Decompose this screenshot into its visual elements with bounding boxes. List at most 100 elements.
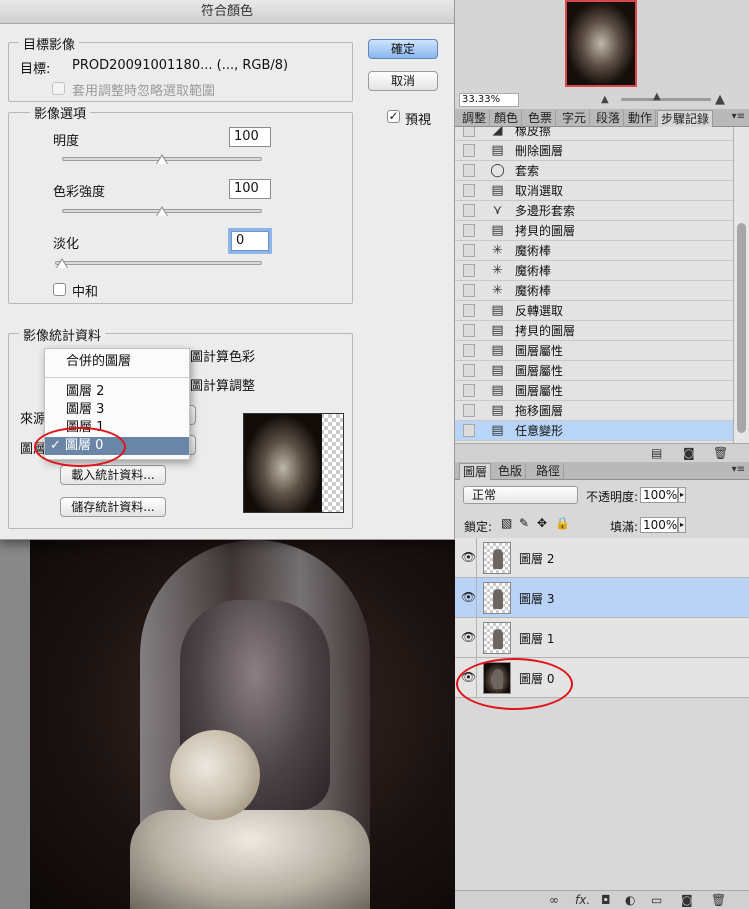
zoom-slider-thumb[interactable]: ▲ <box>653 91 661 102</box>
new-layer-icon[interactable]: ◙ <box>681 893 693 907</box>
history-item[interactable]: ▤ 刪除圖層 <box>455 141 733 161</box>
history-source-box[interactable] <box>463 364 475 377</box>
ignore-selection-checkbox[interactable] <box>52 82 65 95</box>
tab-history[interactable]: 步驟記錄 <box>657 110 714 127</box>
lock-move-icon[interactable]: ✥ <box>537 516 547 530</box>
history-source-box[interactable] <box>463 244 475 257</box>
trash-icon[interactable]: 🗑 <box>713 446 728 460</box>
panel-menu-icon[interactable]: ▾≡ <box>732 111 745 122</box>
history-item[interactable]: ▤ 圖層屬性 <box>455 381 733 401</box>
save-statistics-button[interactable]: 儲存統計資料... <box>60 497 166 517</box>
history-source-box[interactable] <box>463 184 475 197</box>
history-item[interactable]: ✳ 魔術棒 <box>455 281 733 301</box>
layers-panel-menu-icon[interactable]: ▾≡ <box>732 464 745 475</box>
tab-channels[interactable]: 色版 <box>495 463 527 480</box>
visibility-toggle[interactable]: 👁 <box>455 578 477 618</box>
tab-paragraph[interactable]: 段落 <box>593 110 625 127</box>
fill-input[interactable]: 100% <box>640 517 678 533</box>
tab-actions[interactable]: 動作 <box>625 110 657 127</box>
history-item[interactable]: ✳ 魔術棒 <box>455 261 733 281</box>
history-source-box[interactable] <box>463 344 475 357</box>
history-source-box[interactable] <box>463 127 475 137</box>
fade-slider-thumb[interactable] <box>56 258 68 268</box>
history-source-box[interactable] <box>463 424 475 437</box>
target-image-legend: 目標影像 <box>19 34 80 53</box>
opacity-input[interactable]: 100% <box>640 487 678 503</box>
history-item[interactable]: ▤ 拷貝的圖層 <box>455 321 733 341</box>
history-scrollbar[interactable] <box>733 127 749 443</box>
dropdown-item-merged[interactable]: 合併的圖層 <box>45 353 189 371</box>
lock-all-icon[interactable]: 🔒 <box>555 516 570 530</box>
preview-checkbox[interactable]: ✓ <box>387 110 400 123</box>
tab-color[interactable]: 顏色 <box>491 110 523 127</box>
history-item[interactable]: ◢ 橡皮擦 <box>455 127 733 141</box>
history-source-box[interactable] <box>463 264 475 277</box>
history-source-box[interactable] <box>463 164 475 177</box>
zoom-slider[interactable] <box>621 98 711 101</box>
history-source-box[interactable] <box>463 204 475 217</box>
fill-stepper-icon[interactable]: ▸ <box>678 517 686 533</box>
history-item[interactable]: ◯ 套索 <box>455 161 733 181</box>
history-source-box[interactable] <box>463 304 475 317</box>
image-statistics-legend: 影像統計資料 <box>19 325 106 344</box>
visibility-toggle[interactable]: 👁 <box>455 538 477 578</box>
new-group-icon[interactable]: ▭ <box>651 893 662 907</box>
layer-row[interactable]: 👁 圖層 2 <box>455 538 749 578</box>
lock-paint-icon[interactable]: ✎ <box>519 516 529 530</box>
tab-character[interactable]: 字元 <box>559 110 591 127</box>
canvas-image[interactable] <box>30 540 455 909</box>
delete-layer-icon[interactable]: 🗑 <box>711 893 726 907</box>
zoom-out-icon[interactable]: ▲ <box>601 94 609 105</box>
history-source-box[interactable] <box>463 404 475 417</box>
canvas-area[interactable] <box>0 540 455 909</box>
blend-mode-select[interactable]: 正常 <box>463 486 578 504</box>
cancel-button[interactable]: 取消 <box>368 71 438 91</box>
tab-adjustments[interactable]: 調整 <box>459 110 491 127</box>
history-item[interactable]: ▤ 圖層屬性 <box>455 341 733 361</box>
history-source-box[interactable] <box>463 144 475 157</box>
ok-button[interactable]: 確定 <box>368 39 438 59</box>
history-item[interactable]: ▤ 拖移圖層 <box>455 401 733 421</box>
history-source-box[interactable] <box>463 284 475 297</box>
visibility-toggle[interactable]: 👁 <box>455 618 477 658</box>
history-item[interactable]: ▤ 反轉選取 <box>455 301 733 321</box>
history-item[interactable]: ▤ 圖層屬性 <box>455 361 733 381</box>
layer-mask-icon[interactable]: ◘ <box>601 893 611 907</box>
snapshot-icon[interactable]: ◙ <box>683 446 695 460</box>
tab-swatches[interactable]: 色票 <box>525 110 557 127</box>
dropdown-item-layer-3[interactable]: 圖層 3 <box>45 401 189 419</box>
history-item[interactable]: ▤ 取消選取 <box>455 181 733 201</box>
history-item[interactable]: ✳ 魔術棒 <box>455 241 733 261</box>
history-item[interactable]: ▤ 任意變形 <box>455 421 733 441</box>
link-layers-icon[interactable]: ∞ <box>549 893 559 907</box>
zoom-input[interactable]: 33.33% <box>459 93 519 107</box>
history-source-box[interactable] <box>463 384 475 397</box>
luminance-input[interactable]: 100 <box>229 127 271 147</box>
fade-slider-track[interactable] <box>55 261 262 265</box>
color-intensity-slider-thumb[interactable] <box>156 206 168 216</box>
history-source-box[interactable] <box>463 324 475 337</box>
new-doc-from-state-icon[interactable]: ▤ <box>651 446 662 460</box>
load-statistics-button[interactable]: 載入統計資料... <box>60 465 166 485</box>
history-item[interactable]: ▤ 拷貝的圖層 <box>455 221 733 241</box>
fade-input[interactable]: 0 <box>231 231 269 251</box>
layer-row[interactable]: 👁 圖層 3 <box>455 578 749 618</box>
opacity-stepper-icon[interactable]: ▸ <box>678 487 686 503</box>
history-source-box[interactable] <box>463 224 475 237</box>
lock-transparent-icon[interactable]: ▧ <box>501 516 512 530</box>
layer-row[interactable]: 👁 圖層 1 <box>455 618 749 658</box>
layer-style-icon[interactable]: fx. <box>575 893 590 907</box>
neutralize-checkbox[interactable] <box>53 283 66 296</box>
history-item[interactable]: ⋎ 多邊形套索 <box>455 201 733 221</box>
color-intensity-input[interactable]: 100 <box>229 179 271 199</box>
tab-paths[interactable]: 路徑 <box>533 463 565 480</box>
layer-name: 圖層 3 <box>519 592 555 606</box>
history-item-label: 拷貝的圖層 <box>515 224 576 238</box>
tab-layers[interactable]: 圖層 <box>459 463 492 480</box>
luminance-slider-thumb[interactable] <box>156 154 168 164</box>
adjustment-layer-icon[interactable]: ◐ <box>625 893 635 907</box>
history-scrollbar-thumb[interactable] <box>737 223 746 433</box>
zoom-in-icon[interactable]: ▲ <box>715 92 725 107</box>
navigator-thumbnail[interactable] <box>565 0 637 87</box>
dropdown-item-layer-2[interactable]: 圖層 2 <box>45 383 189 401</box>
